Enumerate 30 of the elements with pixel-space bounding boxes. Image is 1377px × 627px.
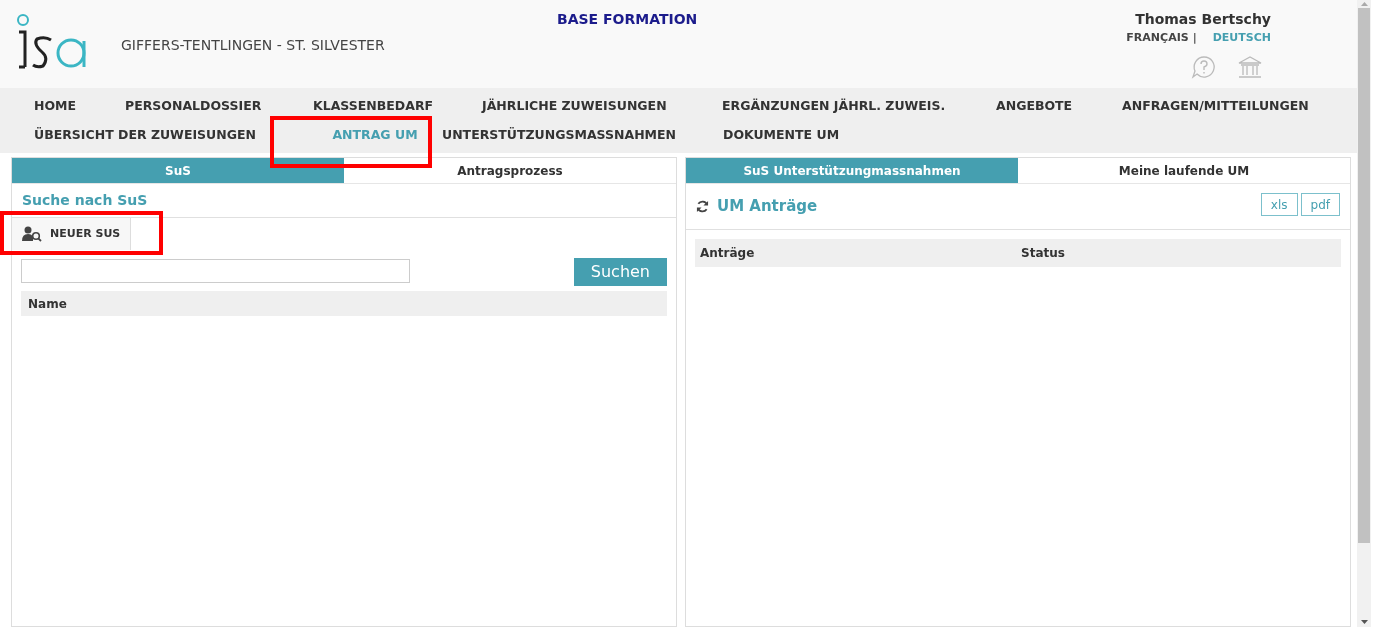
scroll-down-icon[interactable] <box>1360 620 1368 624</box>
column-header: Status <box>1021 245 1065 262</box>
user-search-icon <box>22 226 42 242</box>
column-header: Anträge <box>700 245 756 262</box>
nav-link[interactable]: KLASSENBEDARF <box>313 97 434 113</box>
scrollbar-thumb[interactable] <box>1358 8 1370 543</box>
nav-link[interactable]: HOME <box>34 97 77 113</box>
panel-heading: UM Anträge <box>717 196 818 218</box>
nav-link[interactable]: ANGEBOTE <box>996 97 1073 113</box>
search-field[interactable] <box>21 258 410 283</box>
nav-link[interactable]: PERSONALDOSSIER <box>125 97 262 113</box>
nav-link[interactable]: ERGÄNZUNGEN JÄHRL. ZUWEIS. <box>722 97 946 113</box>
nav-link[interactable]: JÄHRLICHE ZUWEISUNGEN <box>482 97 667 113</box>
scroll-up-icon[interactable] <box>1360 2 1368 6</box>
nav-link[interactable]: DOKUMENTE UM <box>723 126 840 142</box>
new-student-button[interactable]: NEUER SUS <box>12 218 132 250</box>
nav-link[interactable]: UNTERSTÜTZUNGSMASSNAHMEN <box>442 126 677 142</box>
institution-icon[interactable] <box>1237 54 1263 79</box>
column-header: Name <box>28 295 67 313</box>
school-name: GIFFERS-TENTLINGEN - ST. SILVESTER <box>121 36 385 55</box>
isa-logo <box>17 14 87 70</box>
help-icon[interactable] <box>1191 54 1217 79</box>
page-title: BASE FORMATION <box>557 10 698 29</box>
language-separator: | <box>1192 30 1197 46</box>
panel-heading: Suche nach SuS <box>22 191 148 210</box>
nav-link[interactable]: ANFRAGEN/MITTEILUNGEN <box>1122 97 1309 113</box>
refresh-icon[interactable] <box>696 200 709 213</box>
nav-link[interactable]: ÜBERSICHT DER ZUWEISUNGEN <box>34 126 256 142</box>
language-link[interactable]: FRANÇAIS <box>1126 30 1189 47</box>
user-name: Thomas Bertschy <box>1135 10 1271 29</box>
